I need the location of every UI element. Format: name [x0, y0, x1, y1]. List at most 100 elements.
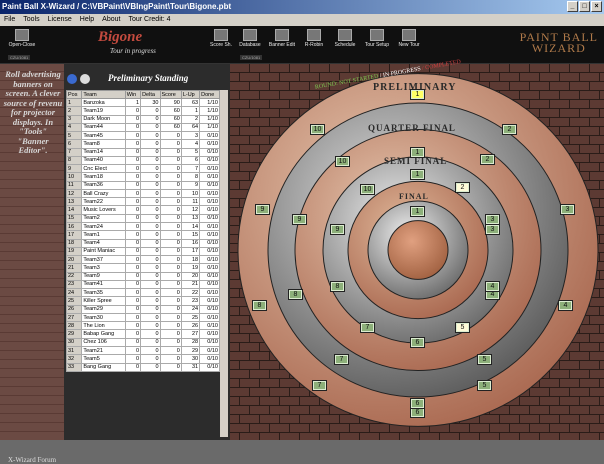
- table-cell: 14: [180, 221, 201, 232]
- table-row[interactable]: 9 Cnc Elect 0 0 0 7 0/10: [65, 164, 220, 174]
- table-row[interactable]: 20 Team37 0 0 0 18 0/10: [65, 255, 220, 265]
- table-row[interactable]: 22 Team9 0 0 0 20 0/10: [65, 271, 220, 281]
- col-score[interactable]: Score: [159, 90, 182, 99]
- team-slot-box[interactable]: 2: [455, 182, 470, 193]
- banner-edit-button[interactable]: Banner Edit: [264, 29, 300, 48]
- table-row[interactable]: 6 Team8 0 0 0 4 0/10: [65, 139, 220, 149]
- team-slot-box[interactable]: 8: [288, 289, 303, 300]
- menu-tour-credit[interactable]: Tour Credit: 4: [128, 14, 170, 26]
- table-row[interactable]: 24 Team35 0 0 0 22 0/10: [65, 288, 220, 298]
- table-row[interactable]: 13 Team22 0 0 0 11 0/10: [65, 197, 220, 207]
- col-lup[interactable]: L-Up: [180, 90, 201, 99]
- team-slot-box[interactable]: 3: [485, 224, 500, 235]
- team-slot-box[interactable]: 5: [477, 354, 492, 365]
- team-slot-box[interactable]: 4: [558, 300, 573, 311]
- close-button[interactable]: ×: [591, 1, 602, 12]
- table-scrollbar[interactable]: [220, 90, 228, 437]
- team-slot-box[interactable]: 10: [310, 124, 325, 135]
- table-row[interactable]: 4 Team44 0 0 60 64 1/10: [65, 122, 220, 133]
- table-row[interactable]: 18 Team4 0 0 0 16 0/10: [65, 238, 220, 248]
- table-row[interactable]: 19 Paint Maniac 0 0 0 17 0/10: [65, 246, 220, 257]
- database-button[interactable]: Database: [232, 29, 268, 48]
- col-done[interactable]: Done: [199, 90, 220, 99]
- open-close-button[interactable]: Open-Close: [4, 29, 40, 48]
- help-icon[interactable]: [67, 74, 77, 84]
- table-cell: 0: [159, 221, 182, 232]
- team-slot-box[interactable]: 7: [312, 380, 327, 391]
- table-row[interactable]: 29 Babap Gang 0 0 0 27 0/10: [65, 329, 220, 339]
- table-row[interactable]: 5 Team45 0 0 0 3 0/10: [65, 131, 220, 141]
- team-slot-box[interactable]: 2: [502, 124, 517, 135]
- team-slot-box[interactable]: 3: [560, 204, 575, 215]
- col-pos[interactable]: Pos: [65, 90, 83, 99]
- table-cell: 0: [124, 131, 142, 141]
- table-cell: 0: [140, 354, 161, 364]
- table-row[interactable]: 26 Team29 0 0 0 24 0/10: [65, 304, 220, 314]
- table-row[interactable]: 10 Team18 0 0 0 8 0/10: [65, 172, 220, 182]
- table-row[interactable]: 3 Dark Moon 0 0 60 2 1/10: [65, 114, 220, 124]
- menu-help[interactable]: Help: [80, 14, 94, 26]
- col-win[interactable]: Win: [124, 90, 142, 99]
- maximize-button[interactable]: □: [579, 1, 590, 12]
- table-row[interactable]: 31 Team21 0 0 0 29 0/10: [65, 345, 220, 356]
- team-slot-box[interactable]: 1: [410, 169, 425, 180]
- print-icon[interactable]: [80, 74, 90, 84]
- menu-license[interactable]: License: [48, 14, 72, 26]
- table-row[interactable]: 32 Team5 0 0 0 30 0/10: [65, 354, 220, 364]
- minimize-button[interactable]: _: [567, 1, 578, 12]
- team-slot-box[interactable]: 7: [360, 322, 375, 333]
- team-slot-box[interactable]: 1: [410, 89, 425, 100]
- table-row[interactable]: 33 Bang Gang 0 0 0 31 0/10: [65, 362, 220, 372]
- table-row[interactable]: 28 The Lion 0 0 0 26 0/10: [65, 321, 220, 331]
- tour-setup-button[interactable]: Tour Setup: [359, 29, 395, 48]
- table-row[interactable]: 7 Team14 0 0 0 5 0/10: [65, 147, 220, 157]
- team-slot-box[interactable]: 7: [334, 354, 349, 365]
- table-row[interactable]: 11 Team36 0 0 0 9 0/10: [65, 180, 220, 190]
- team-slot-box[interactable]: 9: [292, 214, 307, 225]
- team-slot-box[interactable]: 6: [410, 337, 425, 348]
- table-row[interactable]: 30 Chez 106 0 0 0 28 0/10: [65, 337, 220, 347]
- table-row[interactable]: 25 Killer Spree 0 0 0 23 0/10: [65, 296, 220, 306]
- team-slot-box[interactable]: 4: [485, 281, 500, 292]
- team-slot-box[interactable]: 2: [480, 154, 495, 165]
- table-row[interactable]: 23 Team41 0 0 0 21 0/10: [65, 279, 220, 290]
- table-cell: 0: [159, 304, 182, 314]
- table-row[interactable]: 1 Banzoka 1 30 90 63 1/10: [65, 97, 220, 108]
- x-wizard-forum-link[interactable]: X-Wizard Forum: [8, 456, 56, 464]
- team-slot-box[interactable]: 8: [252, 300, 267, 311]
- menu-tools[interactable]: Tools: [23, 14, 39, 26]
- table-cell: 16: [180, 238, 201, 248]
- team-slot-box[interactable]: 10: [360, 184, 375, 195]
- table-row[interactable]: 14 Music Lovers 0 0 0 12 0/10: [65, 205, 220, 215]
- team-slot-box[interactable]: 1: [410, 147, 425, 158]
- schedule-button[interactable]: Schedule: [327, 29, 363, 48]
- table-row[interactable]: 17 Team1 0 0 0 15 0/10: [65, 230, 220, 240]
- new-tour-button[interactable]: New Tour: [391, 29, 427, 48]
- table-row[interactable]: 15 Team2 0 0 0 13 0/10: [65, 213, 220, 224]
- col-delta[interactable]: Delta: [140, 90, 161, 99]
- team-slot-box[interactable]: 1: [410, 206, 425, 217]
- table-row[interactable]: 8 Team40 0 0 0 6 0/10: [65, 155, 220, 166]
- table-row[interactable]: 21 Team3 0 0 0 19 0/10: [65, 263, 220, 273]
- team-slot-box[interactable]: 6: [410, 398, 425, 409]
- table-row[interactable]: 27 Team30 0 0 0 25 0/10: [65, 312, 220, 323]
- table-cell: 4: [180, 139, 201, 149]
- team-slot-box[interactable]: 8: [330, 281, 345, 292]
- table-cell: 20: [65, 255, 83, 265]
- table-row[interactable]: 2 Team19 0 0 60 1 1/10: [65, 106, 220, 116]
- team-slot-box[interactable]: 5: [455, 322, 470, 333]
- team-slot-box[interactable]: 9: [255, 204, 270, 215]
- team-slot-box[interactable]: 5: [477, 380, 492, 391]
- table-cell: 0: [124, 271, 142, 281]
- table-cell: 64: [180, 122, 201, 133]
- table-cell: Music Lovers: [81, 205, 126, 215]
- menu-about[interactable]: About: [102, 14, 120, 26]
- round-label-quarter-final: QUARTER FINAL: [368, 123, 456, 133]
- team-slot-box[interactable]: 10: [335, 156, 350, 167]
- col-team[interactable]: Team: [81, 90, 126, 99]
- menu-file[interactable]: File: [4, 14, 15, 26]
- team-slot-box[interactable]: 9: [330, 224, 345, 235]
- table-row[interactable]: 12 Ball Crazy 0 0 0 10 0/10: [65, 188, 220, 199]
- table-cell: Dark Moon: [81, 114, 126, 124]
- table-row[interactable]: 16 Team24 0 0 0 14 0/10: [65, 221, 220, 232]
